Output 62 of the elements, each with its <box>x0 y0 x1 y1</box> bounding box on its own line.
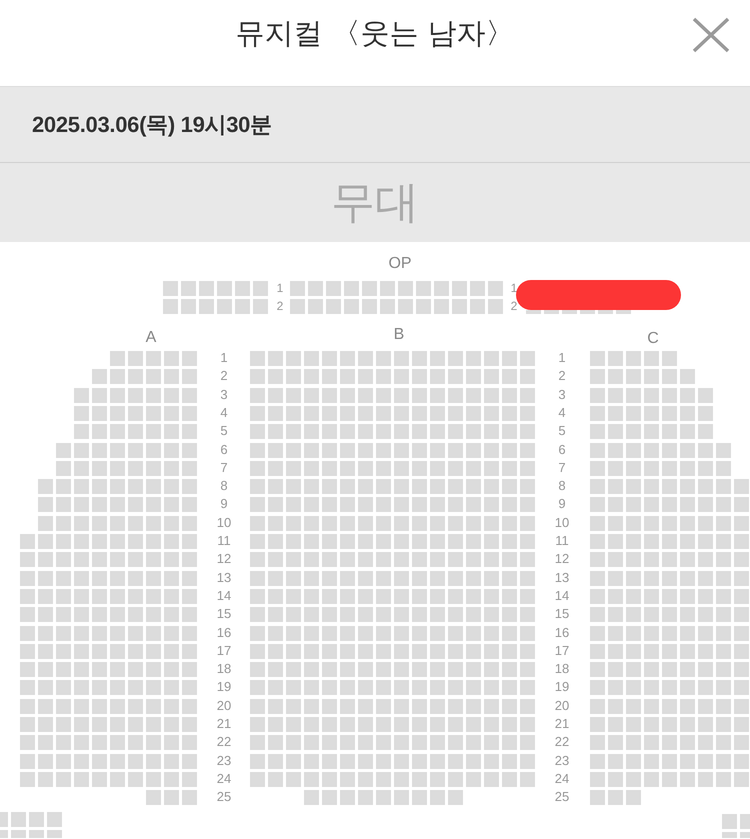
row-label: 12 <box>554 550 570 568</box>
row-label: 12 <box>216 550 232 568</box>
row-label: 22 <box>554 733 570 752</box>
row-label: 16 <box>554 624 570 642</box>
row-label: 21 <box>554 715 570 733</box>
row-label: 17 <box>216 642 232 660</box>
row-label: 2 <box>557 367 567 386</box>
row-label: 10 <box>216 514 232 532</box>
row-label: 10 <box>554 514 570 532</box>
row-label: 20 <box>216 696 232 715</box>
row-label: 2 <box>510 298 518 315</box>
row-label: 18 <box>554 660 570 678</box>
row-label: 15 <box>554 605 570 624</box>
row-label: 21 <box>216 715 232 733</box>
section-label: C <box>646 330 660 348</box>
row-label: 7 <box>557 458 567 477</box>
row-label: 1 <box>557 349 567 367</box>
row-label: 24 <box>554 770 570 788</box>
row-label: 15 <box>216 605 232 624</box>
section-label: OP <box>387 255 413 273</box>
row-label: 16 <box>216 624 232 642</box>
row-label: 1 <box>219 349 229 367</box>
row-label: 13 <box>554 568 570 587</box>
row-label: 6 <box>557 440 567 458</box>
row-label: 8 <box>219 477 229 496</box>
row-label: 9 <box>219 495 229 514</box>
row-label: 17 <box>554 642 570 660</box>
row-label: 25 <box>216 788 232 806</box>
row-label: 3 <box>557 386 567 404</box>
section-label: B <box>392 326 406 344</box>
row-label: 2 <box>276 298 284 315</box>
row-label: 23 <box>216 752 232 770</box>
row-label: 24 <box>216 770 232 788</box>
row-label: 8 <box>557 477 567 496</box>
row-label: 2 <box>219 367 229 386</box>
row-label: 19 <box>554 678 570 696</box>
close-icon[interactable] <box>692 17 730 53</box>
row-label: 13 <box>216 568 232 587</box>
row-label: 9 <box>557 495 567 514</box>
page-title: 뮤지컬 〈웃는 남자〉 <box>235 15 515 52</box>
row-label: 11 <box>554 532 570 550</box>
row-label: 1 <box>510 280 518 297</box>
section-label: A <box>144 329 158 347</box>
row-label: 14 <box>216 586 232 605</box>
row-label: 11 <box>216 532 232 550</box>
performance-datetime: 2025.03.06(목) 19시30분 <box>32 110 272 139</box>
row-label: 25 <box>554 788 570 806</box>
row-label: 3 <box>219 386 229 404</box>
row-label: 6 <box>219 440 229 458</box>
row-label: 7 <box>219 458 229 477</box>
row-label: 5 <box>219 422 229 440</box>
row-label: 4 <box>219 404 229 422</box>
row-label: 18 <box>216 660 232 678</box>
row-label: 1 <box>276 280 284 297</box>
row-label: 22 <box>216 733 232 752</box>
row-label: 5 <box>557 422 567 440</box>
row-label: 19 <box>216 678 232 696</box>
row-label: 4 <box>557 404 567 422</box>
row-label: 14 <box>554 586 570 605</box>
stage-label: 무대 <box>331 176 419 230</box>
row-label: 23 <box>554 752 570 770</box>
row-label: 20 <box>554 696 570 715</box>
